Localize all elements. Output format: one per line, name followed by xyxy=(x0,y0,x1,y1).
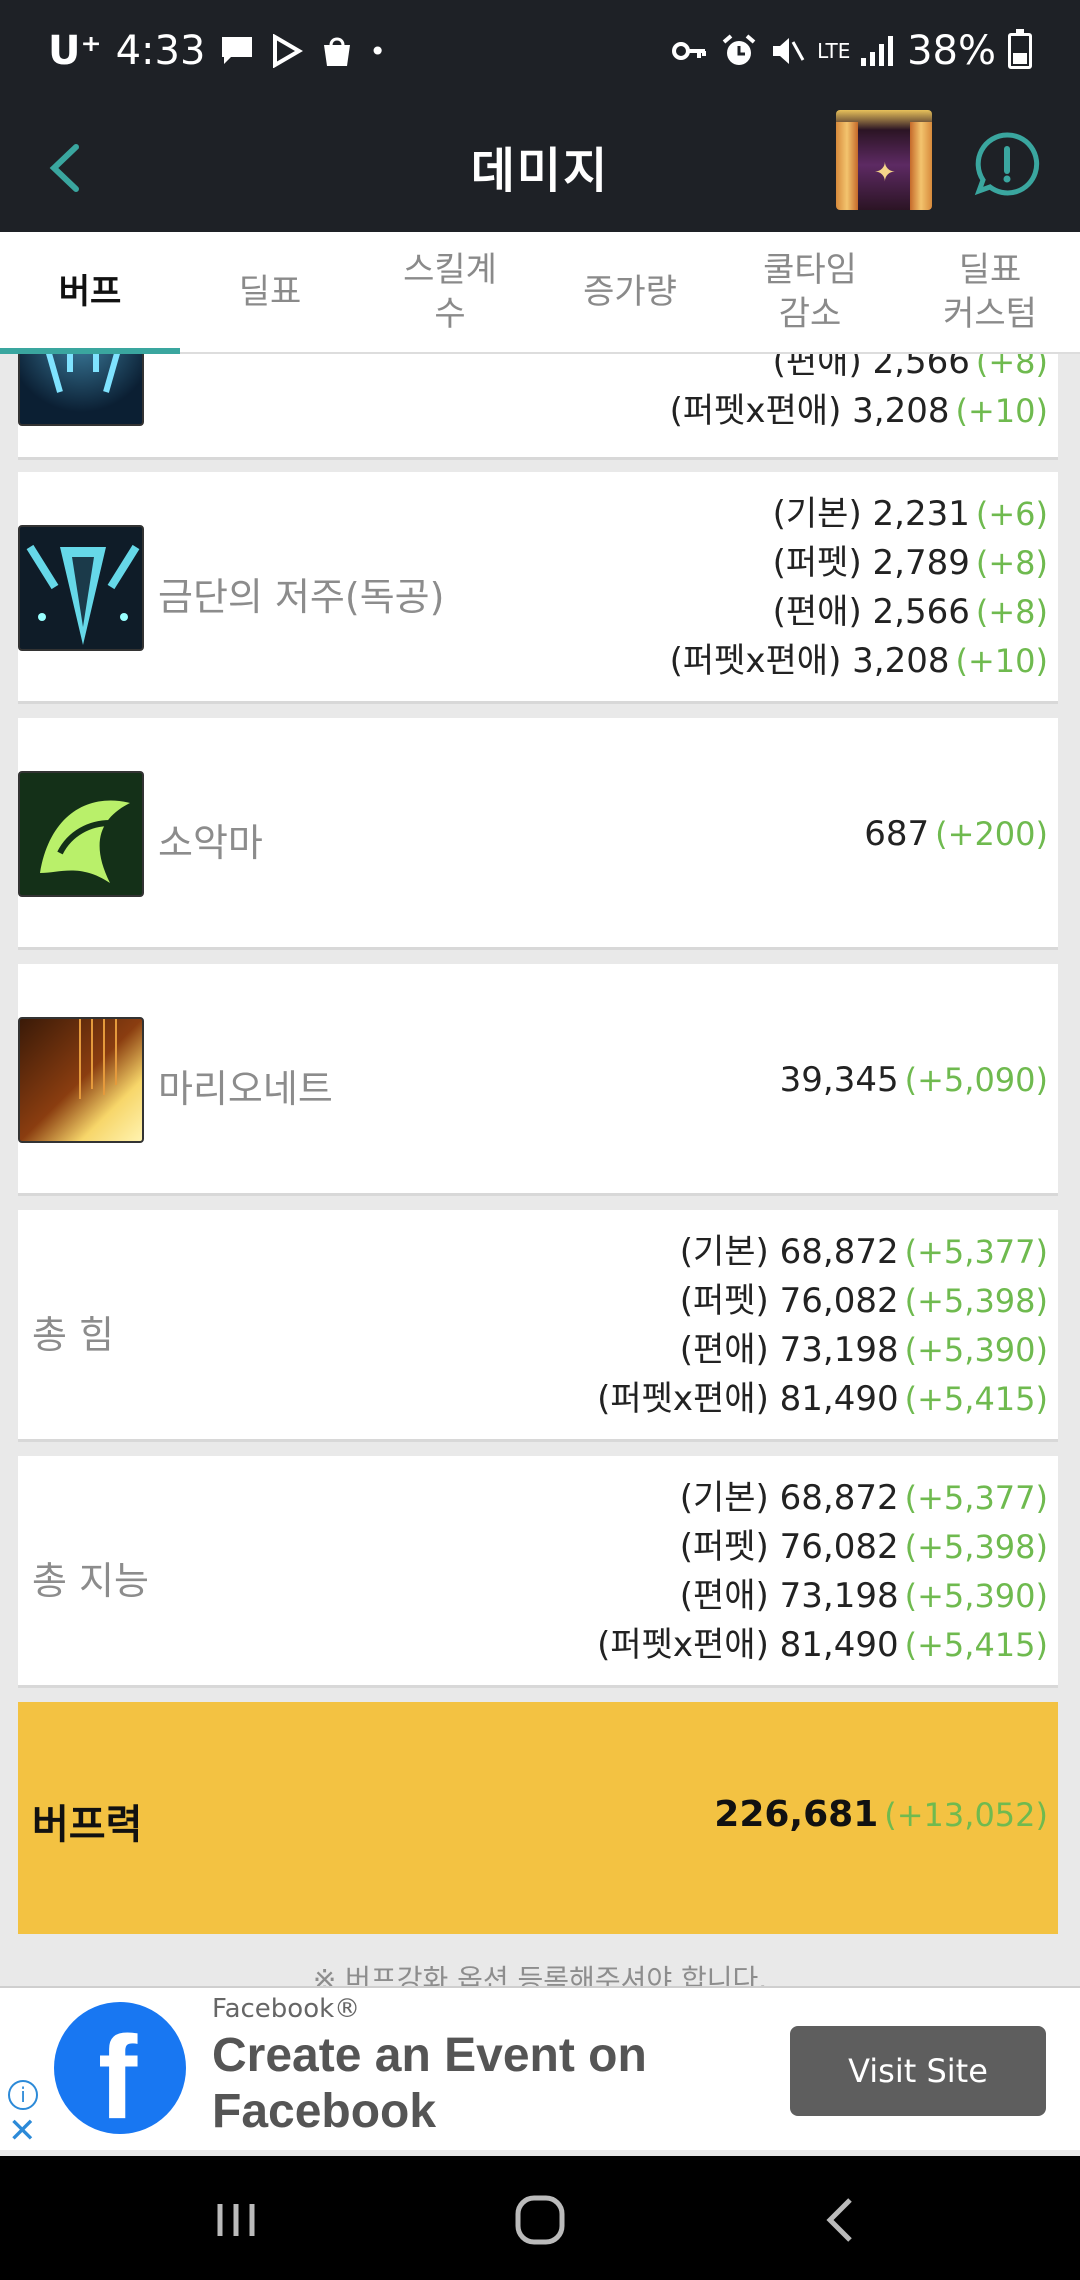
buff-power-increase: (+13,052) xyxy=(884,1796,1048,1834)
skill-name: 금단의 저주(독공) xyxy=(158,575,445,619)
buff-content[interactable]: (편애) 2,566 (+8) (퍼펫x편애) 3,208 (+10) 금단의 저주… xyxy=(0,354,1080,1986)
message-icon xyxy=(222,37,253,64)
value-increase: (+5,390) xyxy=(904,1331,1048,1369)
tab-damage-custom[interactable]: 딜표 커스텀 xyxy=(900,232,1080,352)
home-icon[interactable] xyxy=(510,2190,570,2250)
ad-info-icon[interactable]: i xyxy=(8,2080,38,2110)
battery-icon xyxy=(1008,29,1032,69)
shopping-bag-icon xyxy=(324,37,351,66)
carrier-label: U⁺ xyxy=(48,28,102,74)
value-label: (퍼펫) 2,789 xyxy=(772,543,970,583)
value-label: (퍼펫) 76,082 xyxy=(679,1281,899,1321)
value-increase: (+6) xyxy=(975,495,1048,533)
star-icon: ✦ xyxy=(874,158,896,188)
buff-power-card: 버프력 226,681 (+13,052) xyxy=(18,1702,1058,1934)
ad-close-icon[interactable]: ✕ xyxy=(8,2114,37,2148)
value-label: (편애) 2,566 xyxy=(772,592,970,632)
skill-card-forbidden-curse: 금단의 저주(독공) (기본) 2,231 (+6) (퍼펫) 2,789 (+8)… xyxy=(18,472,1058,704)
signal-icon xyxy=(861,36,894,66)
value-increase: (+10) xyxy=(955,642,1049,680)
tab-cooldown-reduction[interactable]: 쿨타임 감소 xyxy=(720,232,900,352)
value-label: (편애) 73,198 xyxy=(679,1576,899,1616)
value-increase: (+5,415) xyxy=(904,1380,1048,1418)
app-bar: 데미지 ✦ xyxy=(0,105,1080,232)
back-icon[interactable] xyxy=(812,2190,872,2250)
ad-brand: Facebook® xyxy=(212,1994,361,2024)
value-label: (기본) 68,872 xyxy=(679,1478,899,1518)
skill-name: 마리오네트 xyxy=(158,1067,333,1111)
value-label: (퍼펫x편애) 3,208 xyxy=(669,641,950,681)
value-label: (기본) 2,231 xyxy=(772,494,970,534)
tab-skill-coefficient[interactable]: 스킬계 수 xyxy=(360,232,540,352)
stat-name: 총 지능 xyxy=(32,1559,149,1603)
value-increase: (+8) xyxy=(975,593,1048,631)
tab-buff[interactable]: 버프 xyxy=(0,232,180,354)
stat-name: 총 힘 xyxy=(32,1313,114,1357)
status-bar: U⁺ 4:33 • LTE 38% xyxy=(0,0,1080,105)
mute-icon xyxy=(773,38,805,64)
ad-banner[interactable]: f Facebook® Create an Event on Facebook … xyxy=(0,1986,1080,2150)
system-nav-bar xyxy=(0,2156,1080,2280)
skill-name: 소악마 xyxy=(158,821,263,865)
buff-power-value: 226,681 xyxy=(714,1794,879,1835)
value-label: 39,345 xyxy=(779,1060,899,1100)
stat-card-total-strength: 총 힘 (기본) 68,872 (+5,377) (퍼펫) 76,082 (+5,3… xyxy=(18,1210,1058,1442)
value-label: (퍼펫) 76,082 xyxy=(679,1527,899,1567)
value-label: 687 xyxy=(864,814,930,854)
ad-headline[interactable]: Create an Event on Facebook xyxy=(212,2028,772,2140)
value-increase: (+10) xyxy=(955,392,1049,430)
value-increase: (+5,090) xyxy=(904,1061,1048,1099)
tab-bar: 버프 딜표 스킬계 수 증가량 쿨타임 감소 딜표 커스텀 xyxy=(0,232,1080,354)
play-store-icon xyxy=(273,34,304,68)
skill-card-marionette: 마리오네트 39,345 (+5,090) xyxy=(18,964,1058,1196)
value-label: (퍼펫x편애) 3,208 xyxy=(669,391,950,431)
value-increase: (+5,377) xyxy=(904,1233,1048,1271)
buff-power-label: 버프력 xyxy=(32,1802,143,1848)
marionette-icon xyxy=(18,1017,144,1143)
notification-dot-icon: • xyxy=(369,34,386,68)
recent-apps-icon[interactable] xyxy=(206,2190,266,2250)
value-label: (기본) 68,872 xyxy=(679,1232,899,1272)
battery-level-fill xyxy=(1013,52,1027,64)
tab-damage-table[interactable]: 딜표 xyxy=(180,232,360,352)
stat-card-total-intelligence: 총 지능 (기본) 68,872 (+5,377) (퍼펫) 76,082 (+5,… xyxy=(18,1456,1058,1688)
value-label: (퍼펫x편애) 81,490 xyxy=(597,1625,899,1665)
imp-icon xyxy=(18,771,144,897)
value-increase: (+5,390) xyxy=(904,1577,1048,1615)
battery-percent: 38% xyxy=(907,28,996,74)
skill-icon xyxy=(18,354,144,426)
value-increase: (+5,377) xyxy=(904,1479,1048,1517)
character-avatar[interactable]: ✦ xyxy=(836,110,932,210)
value-increase: (+8) xyxy=(975,544,1048,582)
value-label: (편애) 2,566 xyxy=(772,354,970,382)
tab-increase[interactable]: 증가량 xyxy=(540,232,720,352)
alert-message-icon[interactable] xyxy=(972,129,1042,199)
value-label: (편애) 73,198 xyxy=(679,1330,899,1370)
value-increase: (+5,398) xyxy=(904,1282,1048,1320)
value-increase: (+8) xyxy=(975,354,1048,381)
footnote: ※ 버프강화 옵션 등록해주셔야 합니다. xyxy=(312,1963,768,1986)
skill-card-partial: (편애) 2,566 (+8) (퍼펫x편애) 3,208 (+10) xyxy=(18,354,1058,460)
forbidden-curse-icon xyxy=(18,525,144,651)
skill-card-imp: 소악마 687 (+200) xyxy=(18,718,1058,950)
visit-site-button[interactable]: Visit Site xyxy=(790,2026,1046,2116)
clock: 4:33 xyxy=(115,28,206,74)
value-increase: (+5,415) xyxy=(904,1626,1048,1664)
alarm-icon xyxy=(722,34,756,65)
value-label: (퍼펫x편애) 81,490 xyxy=(597,1379,899,1419)
network-type-label: LTE xyxy=(817,39,851,63)
facebook-logo-icon[interactable]: f xyxy=(54,2002,186,2144)
vpn-key-icon xyxy=(672,42,707,60)
value-increase: (+200) xyxy=(935,815,1048,853)
value-increase: (+5,398) xyxy=(904,1528,1048,1566)
